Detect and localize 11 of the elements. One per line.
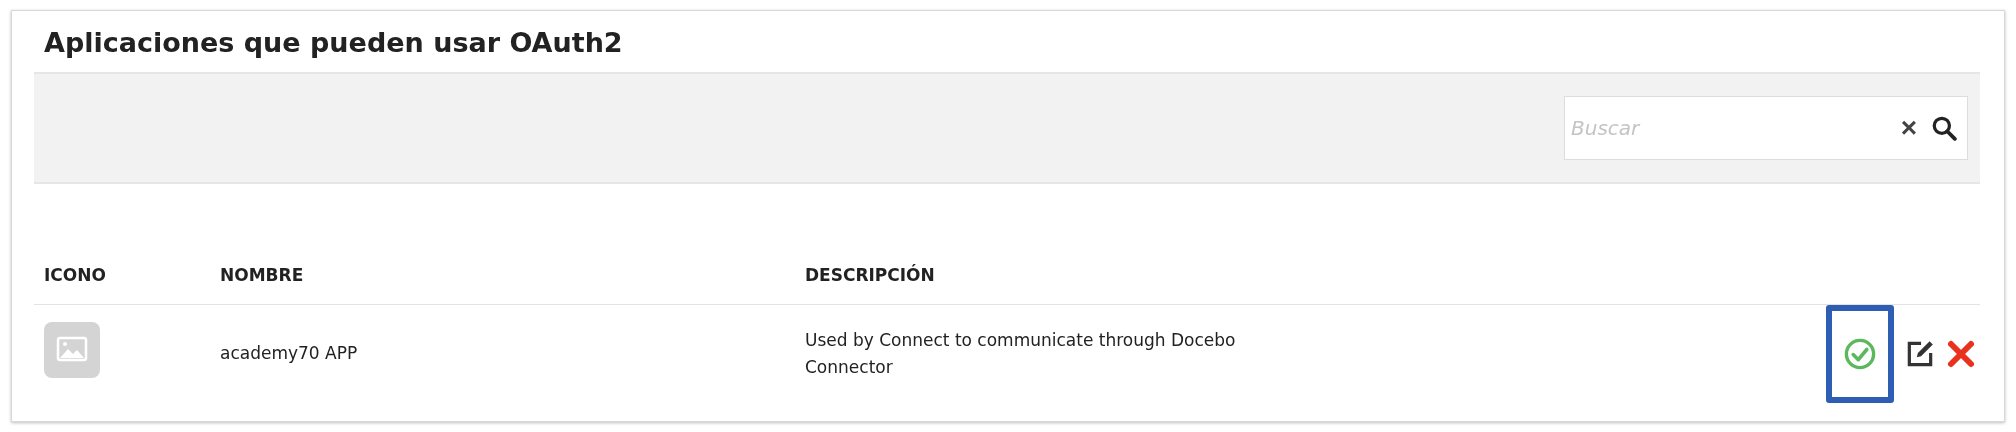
check-circle-icon[interactable] bbox=[1843, 337, 1877, 371]
column-header: DESCRIPCIÓN bbox=[804, 265, 936, 285]
table-cell-text: Used by Connect to communicate through Docebo Connector bbox=[804, 328, 1237, 379]
column-header: ICONO bbox=[43, 265, 107, 285]
column-header: NOMBRE bbox=[219, 265, 305, 285]
search-icon[interactable] bbox=[1931, 115, 1957, 141]
clear-button[interactable]: × bbox=[1894, 112, 1923, 144]
table-cell-text: academy70 APP bbox=[219, 342, 359, 366]
delete-icon[interactable] bbox=[1946, 339, 1976, 369]
search-field[interactable]: Buscar × bbox=[1564, 96, 1968, 160]
image-placeholder-icon bbox=[44, 321, 100, 378]
